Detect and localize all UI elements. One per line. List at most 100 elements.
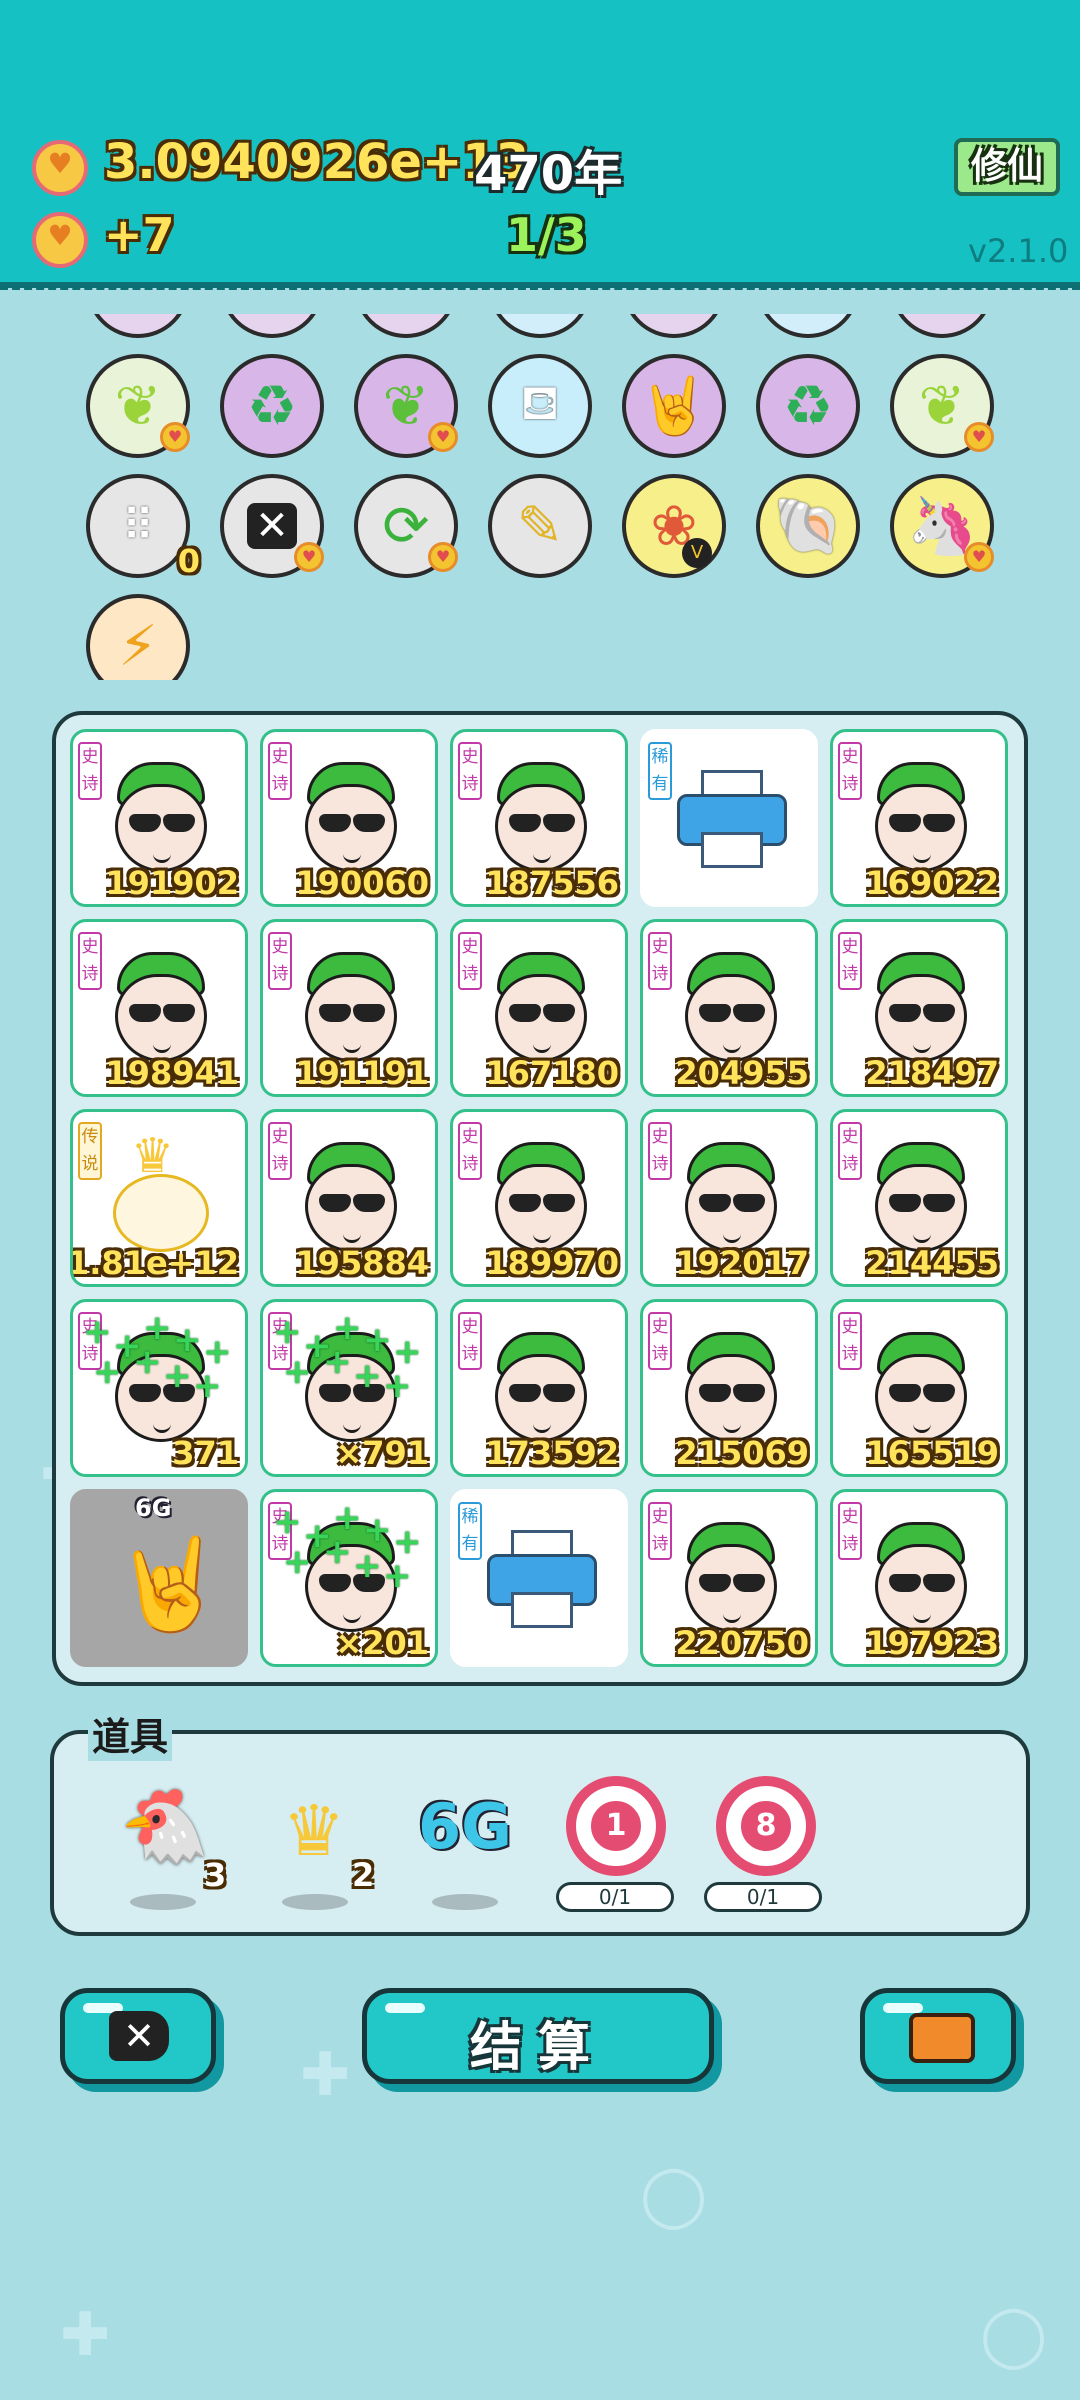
crown-prop[interactable]: ♛ (262, 1790, 366, 1872)
top-bar: 3.0940926e+13 470年 +7 1/3 修仙 v2.1.0 (0, 0, 1080, 290)
leaf-skill[interactable]: ❦ ♥ (890, 354, 994, 458)
green-hair-character-icon (491, 762, 591, 874)
coin-balance: 3.0940926e+13 (104, 134, 529, 190)
epic-character-card[interactable]: 史诗 204955 (640, 919, 818, 1097)
skill-list[interactable]: ❦ ♥ ♻ ❦ ♥ ⛾ 🤘 ♻ ❦ ♥ ⠿ 0 ✕ ♥ ⟳ ♥ ✎ ❀ V 🐚 🦄 ♥ ⚡ (0, 314, 1080, 680)
green-hair-character-icon (301, 1142, 401, 1254)
epic-character-card[interactable]: 史诗 192017 (640, 1109, 818, 1287)
rank-badge: 史诗 (458, 932, 482, 990)
lightning-skill[interactable]: ⚡ (86, 594, 190, 680)
epic-character-card[interactable]: 史诗 220750 (640, 1489, 818, 1667)
recycle-skill[interactable]: ♻ (756, 354, 860, 458)
skill-slot[interactable] (354, 314, 458, 338)
bg-plus-icon: ✚ (60, 2300, 111, 2370)
epic-character-card[interactable]: 史诗 218497 (830, 919, 1008, 1097)
recycle-skill[interactable]: ♻ (220, 354, 324, 458)
rank-badge: 史诗 (458, 742, 482, 800)
epic-character-card[interactable]: 史诗 191191 (260, 919, 438, 1097)
fruit-bowl-skill[interactable]: ❀ V (622, 474, 726, 578)
signal-6g-prop[interactable]: 6G (410, 1790, 520, 1863)
skirt-skill[interactable]: ⛾ (488, 354, 592, 458)
unicorn-skill[interactable]: 🦄 ♥ (890, 474, 994, 578)
epic-character-card[interactable]: 史诗 167180 (450, 919, 628, 1097)
rank-badge: 史诗 (838, 932, 862, 990)
rank-badge: 史诗 (78, 932, 102, 990)
green-hair-character-icon (491, 1142, 591, 1254)
leaf-icon: ❦ (918, 373, 966, 439)
epic-character-card[interactable]: 史诗 187556 (450, 729, 628, 907)
card-value: 197923 (865, 1624, 999, 1662)
rock-hand-skill[interactable]: 🤘 (622, 354, 726, 458)
epic-character-card[interactable]: 史诗 ×201 + + + + + + + + + (260, 1489, 438, 1667)
printer-card[interactable]: 稀有 (450, 1489, 628, 1667)
epic-character-card[interactable]: 史诗 189970 (450, 1109, 628, 1287)
card-value: 190060 (295, 864, 429, 902)
skill-slot[interactable] (86, 314, 190, 338)
card-value: 187556 (485, 864, 619, 902)
epic-character-card[interactable]: 史诗 191902 (70, 729, 248, 907)
skill-slot[interactable] (622, 314, 726, 338)
card-value: 218497 (865, 1054, 999, 1092)
version-label: v2.1.0 (968, 232, 1069, 270)
epic-character-card[interactable]: 史诗 214455 (830, 1109, 1008, 1287)
green-hair-character-icon (871, 952, 971, 1064)
epic-character-card[interactable]: 史诗 165519 (830, 1299, 1008, 1477)
delete-icon: ✕ (109, 2011, 169, 2061)
epic-character-card[interactable]: 史诗 ×791 + + + + + + + + + (260, 1299, 438, 1477)
leaf-skill[interactable]: ❦ ♥ (354, 354, 458, 458)
target-prop-1[interactable]: 1 (566, 1776, 666, 1876)
rank-badge: 史诗 (838, 1312, 862, 1370)
refresh-skill[interactable]: ⟳ ♥ (354, 474, 458, 578)
bg-circle-icon: ◯ (980, 2300, 1048, 2370)
rock-hand-icon: 🤘 (639, 374, 709, 439)
target-prop-2[interactable]: 8 (716, 1776, 816, 1876)
bag-button[interactable] (860, 1988, 1016, 2084)
rank-badge: 史诗 (78, 742, 102, 800)
green-hair-character-icon (871, 1522, 971, 1634)
green-hair-character-icon (681, 1522, 781, 1634)
skill-slot[interactable] (890, 314, 994, 338)
leaf-icon: ❦ (382, 373, 430, 439)
prop-shadow (130, 1894, 196, 1910)
green-hair-character-icon (111, 952, 211, 1064)
shell-skill[interactable]: 🐚 (756, 474, 860, 578)
epic-character-card[interactable]: 史诗 190060 (260, 729, 438, 907)
props-title: 道具 (88, 1706, 173, 1761)
epic-character-card[interactable]: 史诗 197923 (830, 1489, 1008, 1667)
card-value: 220750 (675, 1624, 809, 1662)
cultivate-button[interactable]: 修仙 (954, 138, 1060, 196)
bg-plus-icon: ✚ (300, 2040, 351, 2110)
skill-slot[interactable] (220, 314, 324, 338)
green-hair-character-icon (871, 1142, 971, 1254)
epic-character-card[interactable]: 史诗 195884 (260, 1109, 438, 1287)
epic-character-card[interactable]: 史诗 371 + + + + + + + + + (70, 1299, 248, 1477)
epic-character-card[interactable]: 史诗 169022 (830, 729, 1008, 907)
rank-badge: 史诗 (458, 1312, 482, 1370)
recycle-icon: ♻ (782, 373, 834, 439)
card-value: 165519 (865, 1434, 999, 1472)
skirt-icon: ⛾ (520, 375, 560, 431)
card-value: 191191 (295, 1054, 429, 1092)
chicken-prop[interactable]: 🐔 (120, 1784, 210, 1884)
screwdriver-skill[interactable]: ✎ (488, 474, 592, 578)
settle-label: 结算 (469, 2018, 606, 2078)
target-1-status: 0/1 (556, 1882, 674, 1912)
epic-character-card[interactable]: 史诗 198941 (70, 919, 248, 1097)
legend-card[interactable]: 传说 ♛ 1.81e+12 (70, 1109, 248, 1287)
selected-card[interactable]: 6G 🤘 (70, 1489, 248, 1667)
delete-button[interactable]: ✕ (60, 1988, 216, 2084)
skill-slot[interactable] (488, 314, 592, 338)
target-2-status: 0/1 (704, 1882, 822, 1912)
target-1-number: 1 (586, 1796, 646, 1856)
settle-button[interactable]: 结算 (362, 1988, 714, 2084)
card-value: 204955 (675, 1054, 809, 1092)
card-value: 1.81e+12 (70, 1244, 239, 1282)
epic-character-card[interactable]: 史诗 215069 (640, 1299, 818, 1477)
epic-character-card[interactable]: 史诗 173592 (450, 1299, 628, 1477)
egg-tray-skill[interactable]: ⠿ 0 (86, 474, 200, 580)
printer-card[interactable]: 稀有 (640, 729, 818, 907)
skill-slot[interactable] (756, 314, 860, 338)
leaf-skill[interactable]: ❦ ♥ (86, 354, 190, 458)
delete-skill[interactable]: ✕ ♥ (220, 474, 324, 578)
vip-badge: V (682, 538, 712, 568)
